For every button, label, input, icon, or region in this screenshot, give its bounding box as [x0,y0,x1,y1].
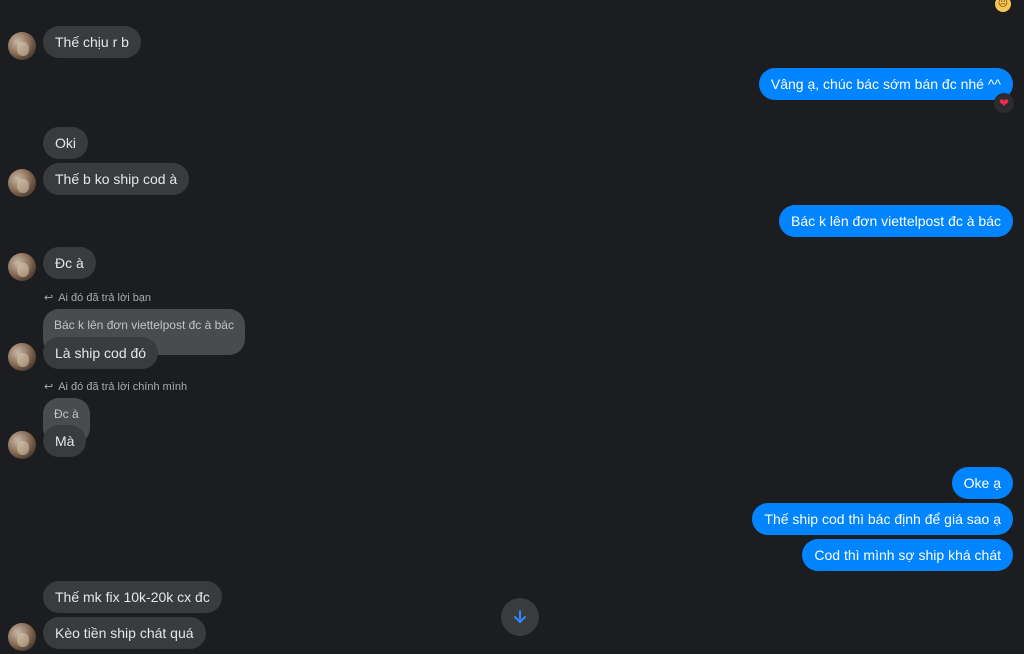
heart-reaction-icon[interactable]: ❤ [994,93,1014,113]
avatar[interactable] [8,253,36,281]
avatar[interactable] [8,343,36,371]
incoming-message[interactable]: Thế mk fix 10k-20k cx đc [43,581,222,613]
outgoing-message[interactable]: Vâng ạ, chúc bác sớm bán đc nhé ^^ [758,68,1013,100]
incoming-message[interactable]: Đc à [43,247,96,279]
incoming-message[interactable]: Là ship cod đó [43,337,159,369]
sad-face-icon: ☹ [995,0,1011,12]
avatar[interactable] [8,431,36,459]
reply-indicator: ↩ Ai đó đã trả lời bạn [44,291,151,304]
outgoing-message[interactable]: Oke ạ [951,467,1013,499]
reply-note-text: Ai đó đã trả lời bạn [58,292,152,304]
arrow-down-icon [514,610,526,623]
scroll-to-bottom-button[interactable] [501,598,539,636]
outgoing-message[interactable]: Thế ship cod thì bác định để giá sao ạ [752,503,1013,535]
outgoing-message[interactable]: Bác k lên đơn viettelpost đc à bác [779,205,1013,237]
incoming-message[interactable]: Kèo tiền ship chát quá [43,617,206,649]
avatar[interactable] [8,169,36,197]
incoming-message[interactable]: Thế b ko ship cod à [43,163,190,195]
incoming-message[interactable]: Oki [43,127,88,159]
incoming-message[interactable]: Thế chịu r b [43,26,141,58]
reply-note-text: Ai đó đã trả lời chính mình [58,381,188,393]
reply-arrow-icon: ↩ [44,292,54,304]
incoming-message[interactable]: Mà [43,425,87,457]
reply-arrow-icon: ↩ [44,381,54,393]
avatar[interactable] [8,32,36,60]
chat-thread: ☹ Thế chịu r b Vâng ạ, chúc bác sớm bán … [0,0,1024,654]
avatar[interactable] [8,623,36,651]
reply-indicator: ↩ Ai đó đã trả lời chính mình [44,380,187,393]
outgoing-message[interactable]: Cod thì mình sợ ship khá chát [802,539,1013,571]
